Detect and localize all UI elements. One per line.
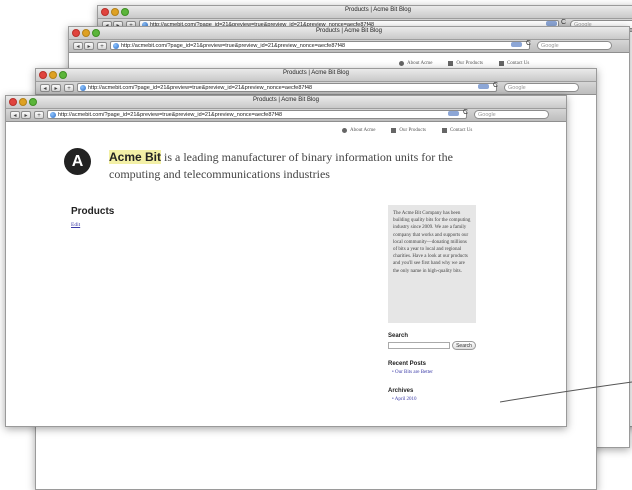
reload-icon[interactable]: C	[561, 19, 566, 26]
window-title: Products | Acme Bit Blog	[345, 7, 411, 13]
search-heading: Search	[388, 333, 409, 339]
forward-button[interactable]: ▸	[51, 84, 61, 92]
gear-icon	[399, 61, 404, 66]
forward-button[interactable]: ▸	[21, 111, 31, 119]
globe-icon	[113, 43, 119, 49]
title-bar: Products | Acme Bit Blog	[98, 6, 632, 19]
site-tagline: Acme Bit is a leading manufacturer of bi…	[109, 149, 459, 183]
nav-contact[interactable]: Contact Us	[441, 128, 473, 133]
globe-icon	[80, 85, 86, 91]
nav-contact[interactable]: Contact Us	[498, 61, 530, 66]
gear-icon	[342, 128, 347, 133]
window-title: Products | Acme Bit Blog	[253, 97, 319, 103]
title-bar: Products | Acme Bit Blog	[69, 27, 629, 40]
about-box: The Acme Bit Company has been building q…	[388, 205, 476, 323]
search-field[interactable]: Google	[537, 41, 612, 50]
back-button[interactable]: ◂	[10, 111, 20, 119]
address-bar[interactable]: http://acmebit.com/?page_id=21&preview=t…	[47, 110, 467, 119]
nav-contact-label: Contact Us	[506, 61, 530, 66]
reload-icon[interactable]: C	[463, 109, 468, 116]
rss-icon[interactable]	[511, 42, 522, 47]
address-bar[interactable]: http://acmebit.com/?page_id=21&preview=t…	[110, 41, 530, 50]
url-text: http://acmebit.com/?page_id=21&preview=t…	[121, 43, 346, 49]
brand-name: Acme Bit	[109, 150, 162, 164]
nav-products[interactable]: Our Products	[391, 128, 426, 133]
address-bar[interactable]: http://acmebit.com/?page_id=21&preview=t…	[77, 83, 497, 92]
sidebar-search-input[interactable]	[388, 342, 450, 349]
rss-icon[interactable]	[478, 84, 489, 89]
decorative-curve	[500, 381, 632, 403]
browser-toolbar: ◂ ▸ + http://acmebit.com/?page_id=21&pre…	[36, 82, 596, 95]
add-bookmark-button[interactable]: +	[34, 111, 44, 119]
url-text: http://acmebit.com/?page_id=21&preview=t…	[88, 85, 313, 91]
search-field[interactable]: Google	[474, 110, 549, 119]
page-title: Products	[71, 206, 115, 217]
box-icon	[448, 61, 454, 66]
window-title: Products | Acme Bit Blog	[283, 70, 349, 76]
back-button[interactable]: ◂	[40, 84, 50, 92]
browser-toolbar: ◂ ▸ + http://acmebit.com/?page_id=21&pre…	[6, 109, 566, 122]
reload-icon[interactable]: C	[493, 82, 498, 89]
browser-toolbar: ◂ ▸ + http://acmebit.com/?page_id=21&pre…	[69, 40, 629, 53]
add-bookmark-button[interactable]: +	[64, 84, 74, 92]
browser-window-front: Products | Acme Bit Blog ◂ ▸ + http://ac…	[5, 95, 567, 427]
forward-button[interactable]: ▸	[84, 42, 94, 50]
site-logo[interactable]: A	[64, 148, 91, 175]
url-text: http://acmebit.com/?page_id=21&preview=t…	[58, 112, 283, 118]
nav-contact-label: Contact Us	[449, 128, 473, 133]
site-nav: About Acme Our Products Contact Us	[342, 128, 472, 133]
nav-products-label: Our Products	[456, 61, 483, 66]
archive-label: April 2010	[394, 397, 417, 402]
nav-products-label: Our Products	[399, 128, 426, 133]
search-placeholder: Google	[541, 43, 559, 49]
window-title: Products | Acme Bit Blog	[316, 28, 382, 34]
nav-products[interactable]: Our Products	[448, 61, 483, 66]
archive-link[interactable]: • April 2010	[392, 397, 417, 402]
nav-about[interactable]: About Acme	[342, 128, 375, 133]
recent-post-link[interactable]: • Our Bits are Better	[392, 370, 433, 375]
search-placeholder: Google	[478, 112, 496, 118]
rss-icon[interactable]	[448, 111, 459, 116]
edit-link[interactable]: Edit	[71, 222, 80, 228]
archives-heading: Archives	[388, 388, 414, 394]
phone-icon	[441, 128, 447, 133]
globe-icon	[50, 112, 56, 118]
nav-about-label: About Acme	[407, 61, 433, 66]
reload-icon[interactable]: C	[526, 40, 531, 47]
site-nav: About Acme Our Products Contact Us	[399, 61, 529, 66]
add-bookmark-button[interactable]: +	[97, 42, 107, 50]
phone-icon	[498, 61, 504, 66]
search-placeholder: Google	[508, 85, 526, 91]
nav-about[interactable]: About Acme	[399, 61, 432, 66]
sidebar-search-button[interactable]: Search	[452, 341, 476, 350]
nav-about-label: About Acme	[350, 128, 376, 133]
box-icon	[391, 128, 397, 133]
recent-post-label: Our Bits are Better	[395, 370, 433, 375]
title-bar: Products | Acme Bit Blog	[6, 96, 566, 109]
title-bar: Products | Acme Bit Blog	[36, 69, 596, 82]
tagline-text: is a leading manufacturer of binary info…	[109, 150, 453, 181]
recent-posts-heading: Recent Posts	[388, 361, 427, 367]
search-field[interactable]: Google	[504, 83, 579, 92]
back-button[interactable]: ◂	[73, 42, 83, 50]
